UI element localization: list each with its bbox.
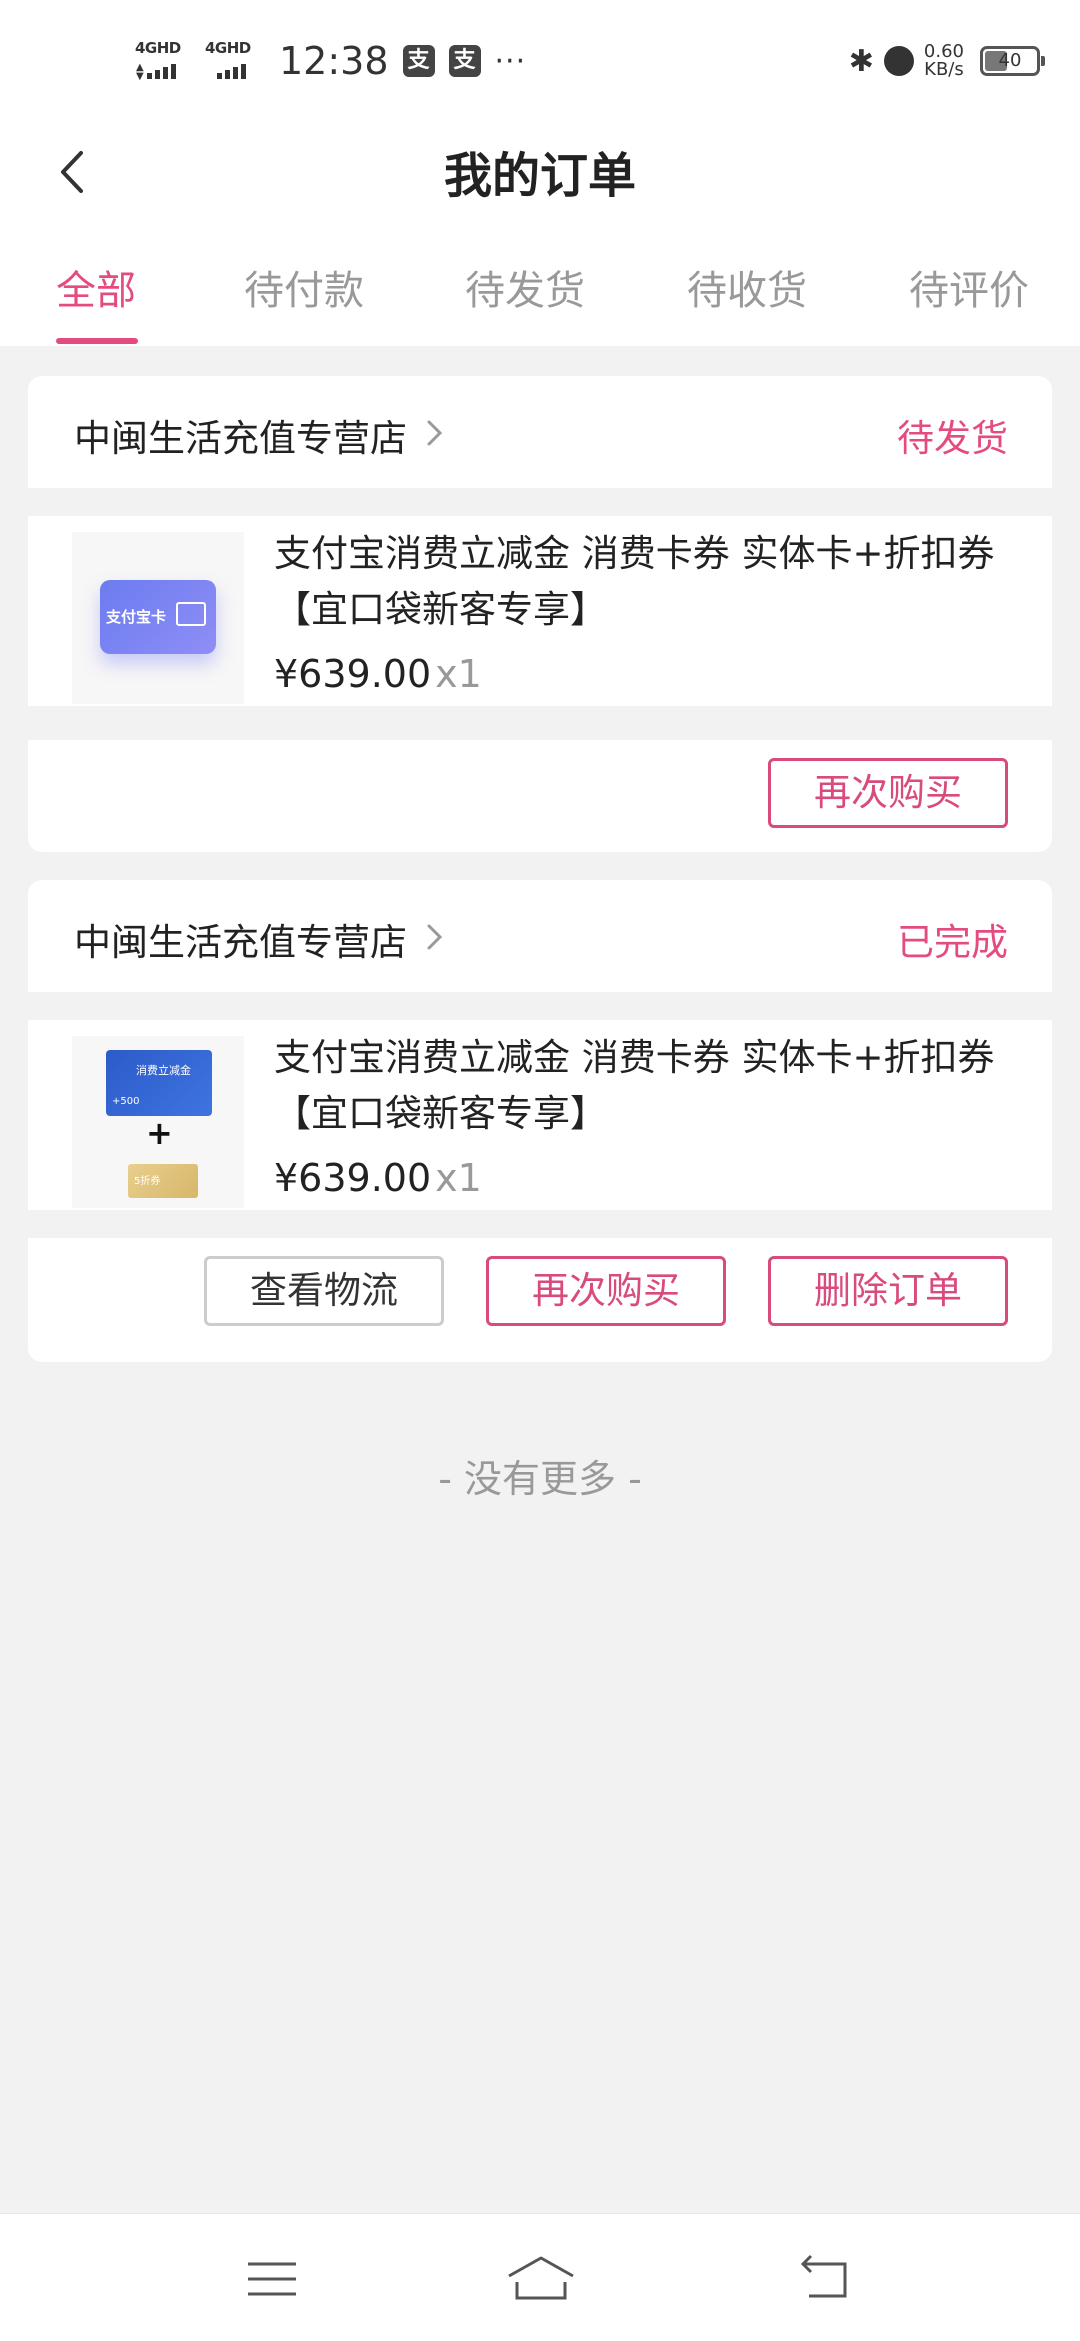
- alipay-icon: 支: [402, 45, 435, 77]
- product-price: ¥639.00: [274, 1156, 432, 1200]
- thumb-coupon: 5折券: [134, 1176, 161, 1187]
- product-item[interactable]: 消费立减金 +500 + 5折券 支付宝消费立减金 消费卡券 实体卡+折扣券【宜…: [28, 1030, 1052, 1210]
- store-row[interactable]: 中闽生活充值专营店 已完成: [28, 880, 1052, 992]
- product-price-row: ¥639.00 x1: [274, 1156, 482, 1200]
- tv-icon: [176, 602, 206, 626]
- buy-again-button[interactable]: 再次购买: [486, 1256, 726, 1326]
- order-actions: 查看物流 再次购买 删除订单: [28, 1236, 1052, 1346]
- divider: [28, 706, 1052, 740]
- order-card: 中闽生活充值专营店 已完成 消费立减金 +500 + 5折券 支付宝消费立减金 …: [28, 880, 1052, 1362]
- store-name[interactable]: 中闽生活充值专营店: [74, 912, 407, 966]
- product-title[interactable]: 支付宝消费立减金 消费卡券 实体卡+折扣券【宜口袋新客专享】: [274, 526, 1034, 638]
- signal-icon: 4GHD: [205, 39, 261, 83]
- order-tabs: 全部 待付款 待发货 待收货 待评价: [0, 230, 1080, 346]
- signal-icon: 4GHD ▲ ▼: [135, 39, 181, 82]
- product-thumbnail[interactable]: 消费立减金 +500 + 5折券: [72, 1036, 244, 1208]
- product-price-row: ¥639.00 x1: [274, 652, 482, 696]
- product-price: ¥639.00: [274, 652, 432, 696]
- no-more-text: - 没有更多 -: [438, 1457, 642, 1501]
- back-icon[interactable]: [795, 2254, 855, 2304]
- thumb-label: 消费立减金: [136, 1064, 191, 1077]
- product-quantity: x1: [435, 1156, 482, 1200]
- divider: [28, 1210, 1052, 1238]
- alipay-icon: 支: [448, 45, 481, 77]
- order-actions: 再次购买: [28, 738, 1052, 848]
- active-tab-indicator: [56, 338, 138, 344]
- bluetooth-icon: ✱: [848, 43, 874, 79]
- page-title: 我的订单: [443, 148, 636, 204]
- thumb-amount: +500: [112, 1096, 140, 1107]
- view-logistics-button[interactable]: 查看物流: [204, 1256, 444, 1326]
- product-quantity: x1: [435, 652, 482, 696]
- system-nav-bar: [0, 2213, 1080, 2341]
- network-speed: 0.60 KB/s: [923, 41, 964, 80]
- divider: [28, 992, 1052, 1020]
- order-status: 待发货: [897, 417, 1008, 460]
- tab-pending-payment[interactable]: 待付款: [244, 258, 364, 316]
- alarm-icon: [883, 46, 914, 76]
- plus-icon: +: [146, 1114, 173, 1152]
- clock: 12:38: [279, 39, 389, 83]
- thumb-label: 支付宝卡: [106, 608, 167, 626]
- chevron-right-icon: [427, 420, 443, 446]
- order-card: 中闽生活充值专营店 待发货 支付宝卡 支付宝消费立减金 消费卡券 实体卡+折扣券…: [28, 376, 1052, 852]
- product-title[interactable]: 支付宝消费立减金 消费卡券 实体卡+折扣券【宜口袋新客专享】: [274, 1030, 1034, 1142]
- more-notifications-icon: ···: [494, 43, 527, 79]
- product-thumbnail[interactable]: 支付宝卡: [72, 532, 244, 704]
- status-bar: 4GHD ▲ ▼ 4GHD 12:38 支 支 ··· ✱ 0.60 KB/s 4…: [0, 0, 1080, 118]
- delete-order-button[interactable]: 删除订单: [768, 1256, 1008, 1326]
- tab-pending-shipment[interactable]: 待发货: [465, 258, 585, 316]
- divider: [28, 488, 1052, 516]
- buy-again-button[interactable]: 再次购买: [768, 758, 1008, 828]
- product-item[interactable]: 支付宝卡 支付宝消费立减金 消费卡券 实体卡+折扣券【宜口袋新客专享】 ¥639…: [28, 526, 1052, 706]
- battery-icon: 40: [980, 46, 1045, 76]
- tab-all[interactable]: 全部: [56, 258, 136, 316]
- menu-icon[interactable]: [242, 2254, 302, 2304]
- tab-pending-receipt[interactable]: 待收货: [687, 258, 807, 316]
- order-status: 已完成: [897, 921, 1008, 964]
- chevron-right-icon: [427, 924, 443, 950]
- home-icon[interactable]: [505, 2254, 577, 2304]
- tab-pending-review[interactable]: 待评价: [909, 258, 1029, 316]
- store-name[interactable]: 中闽生活充值专营店: [74, 408, 407, 462]
- app-header: 我的订单: [0, 118, 1080, 230]
- store-row[interactable]: 中闽生活充值专营店 待发货: [28, 376, 1052, 488]
